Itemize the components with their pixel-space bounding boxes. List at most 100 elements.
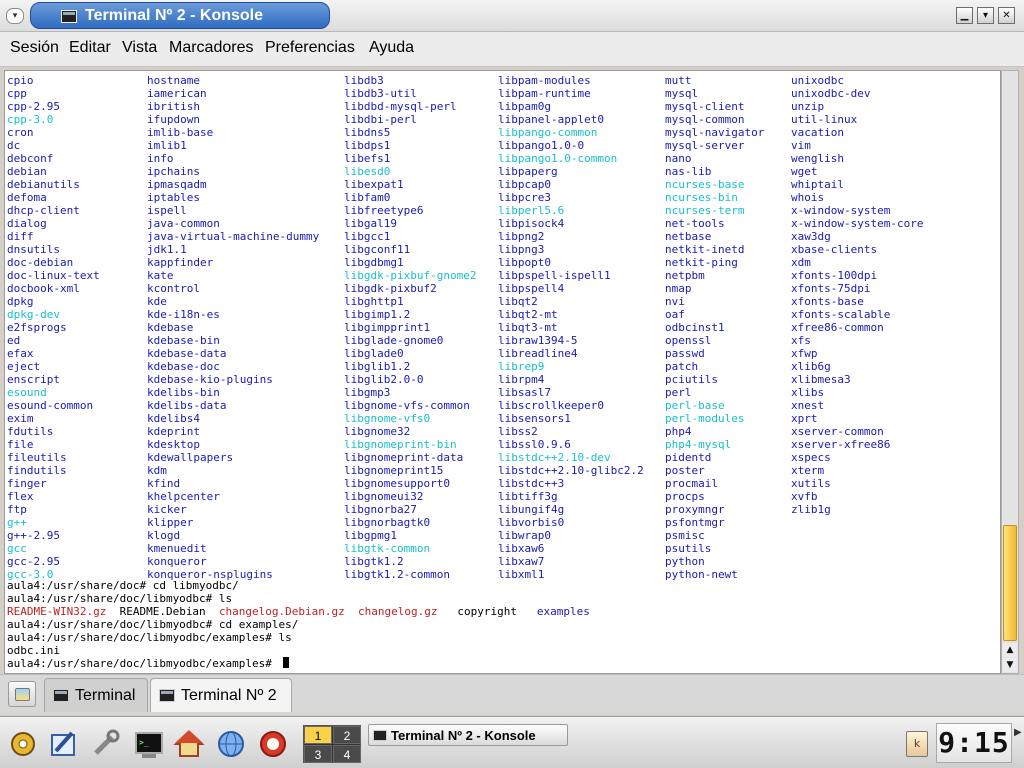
session-text: changelog.gz	[358, 605, 438, 618]
listing-entry: kappfinder	[147, 256, 214, 269]
terminal-output[interactable]: cpio cpp cpp-2.95 cpp-3.0 cron dc debconf debia…	[4, 70, 1001, 674]
listing-entry: python-newt	[665, 568, 738, 581]
listing-entry: libgnorbagtk0	[344, 516, 431, 529]
listing-entry: psmisc	[665, 529, 705, 542]
pager-desktop-4[interactable]: 4	[333, 745, 361, 763]
listing-entry: exim	[7, 412, 34, 425]
scroll-down-button[interactable]: ▼	[1003, 658, 1017, 672]
listing-entry: cpp-3.0	[7, 113, 54, 126]
listing-entry: xbase-clients	[791, 243, 878, 256]
listing-entry: xdm	[791, 256, 811, 269]
listing-entry: libpng2	[498, 230, 545, 243]
panel-hide-arrow-icon[interactable]: ▶	[1014, 727, 1022, 759]
listing-entry: whiptail	[791, 178, 844, 191]
taskbar-button-label: Terminal Nº 2 - Konsole	[391, 728, 536, 743]
listing-entry: defoma	[7, 191, 47, 204]
listing-entry: procmail	[665, 477, 718, 490]
tab-label: Terminal	[75, 687, 136, 704]
home-icon[interactable]	[172, 727, 206, 761]
listing-entry: java-common	[147, 217, 220, 230]
window-menu-button[interactable]: ▾	[6, 8, 24, 24]
klipper-icon[interactable]: k	[906, 731, 928, 757]
listing-entry: perl-base	[665, 399, 725, 412]
minimize-button[interactable]: ▁	[956, 7, 973, 24]
title-bar[interactable]: ▾ Terminal Nº 2 - Konsole ▁ ▾ ✕	[0, 0, 1024, 32]
terminal-icon	[61, 10, 77, 23]
desktop-pager: 1 2 3 4	[303, 725, 361, 763]
listing-entry: libpspell4	[498, 282, 565, 295]
listing-entry: e2fsprogs	[7, 321, 67, 334]
listing-entry: procps	[665, 490, 705, 503]
session-line: aula4:/usr/share/doc/libmyodbc/examples#…	[7, 631, 590, 644]
listing-column-5: mutt mysql mysql-client mysql-common mysql-n…	[665, 74, 764, 581]
menu-sesion[interactable]: Sesión	[10, 39, 59, 57]
kwrite-icon[interactable]	[46, 727, 80, 761]
session-line: aula4:/usr/share/doc/libmyodbc# ls	[7, 592, 590, 605]
listing-entry: libss2	[498, 425, 538, 438]
listing-entry: x-window-system-core	[791, 217, 924, 230]
taskbar-button-konsole[interactable]: Terminal Nº 2 - Konsole	[368, 724, 568, 746]
listing-entry: libgtk-common	[344, 542, 431, 555]
listing-entry: pciutils	[665, 373, 718, 386]
kcontrol-icon[interactable]	[88, 727, 122, 761]
tab-terminal-2[interactable]: Terminal Nº 2	[150, 678, 292, 712]
listing-entry: ipmasqadm	[147, 178, 207, 191]
listing-entry: netkit-inetd	[665, 243, 745, 256]
listing-entry: vacation	[791, 126, 844, 139]
help-icon[interactable]	[256, 727, 290, 761]
maximize-button[interactable]: ▾	[977, 7, 994, 24]
scroll-up-button[interactable]: ▲	[1003, 643, 1017, 657]
close-button[interactable]: ✕	[998, 7, 1015, 24]
listing-entry: dialog	[7, 217, 47, 230]
listing-entry: xterm	[791, 464, 825, 477]
listing-entry: libgconf11	[344, 243, 411, 256]
pager-desktop-3[interactable]: 3	[304, 745, 332, 763]
menu-marcadores[interactable]: Marcadores	[169, 39, 253, 57]
listing-entry: libpaperg	[498, 165, 558, 178]
listing-entry: file	[7, 438, 34, 451]
listing-entry: libssl0.9.6	[498, 438, 571, 451]
listing-entry: perl	[665, 386, 692, 399]
listing-entry: nas-lib	[665, 165, 712, 178]
new-session-button[interactable]	[8, 681, 36, 707]
menu-preferencias[interactable]: Preferencias	[265, 39, 355, 57]
pager-desktop-1[interactable]: 1	[304, 726, 332, 744]
listing-entry: ftp	[7, 503, 27, 516]
session-line: aula4:/usr/share/doc/libmyodbc/examples#	[7, 657, 590, 670]
listing-entry: dhcp-client	[7, 204, 80, 217]
listing-entry: libgtk1.2	[344, 555, 404, 568]
listing-entry: konqueror	[147, 555, 207, 568]
clock[interactable]: 9:15	[936, 723, 1012, 763]
listing-entry: libpam0g	[498, 100, 551, 113]
listing-entry: libsensors1	[498, 412, 571, 425]
listing-entry: net-tools	[665, 217, 725, 230]
listing-entry: wget	[791, 165, 818, 178]
listing-entry: wenglish	[791, 152, 844, 165]
kde-menu-icon[interactable]	[6, 727, 40, 761]
terminal-scrollbar[interactable]: ▲ ▼	[1001, 70, 1019, 674]
konsole-icon[interactable]: >_	[132, 727, 166, 761]
tab-terminal[interactable]: Terminal	[44, 678, 148, 712]
listing-entry: libpam-modules	[498, 74, 591, 87]
listing-entry: libgnomeprint-data	[344, 451, 464, 464]
listing-entry: mutt	[665, 74, 692, 87]
listing-entry: whois	[791, 191, 825, 204]
scrollbar-thumb[interactable]	[1003, 525, 1017, 641]
listing-entry: ifupdown	[147, 113, 200, 126]
terminal-icon	[159, 689, 175, 702]
listing-entry: kdeprint	[147, 425, 200, 438]
listing-entry: psutils	[665, 542, 712, 555]
listing-entry: xfonts-75dpi	[791, 282, 871, 295]
menu-vista[interactable]: Vista	[122, 39, 157, 57]
konqueror-icon[interactable]	[214, 727, 248, 761]
listing-entry: passwd	[665, 347, 705, 360]
listing-entry: xlib6g	[791, 360, 831, 373]
listing-entry: libgnomeprint-bin	[344, 438, 457, 451]
listing-entry: x-window-system	[791, 204, 891, 217]
menu-editar[interactable]: Editar	[69, 39, 111, 57]
listing-entry: kicker	[147, 503, 187, 516]
pager-desktop-2[interactable]: 2	[333, 726, 361, 744]
listing-entry: libefs1	[344, 152, 391, 165]
menu-ayuda[interactable]: Ayuda	[369, 39, 414, 57]
listing-entry: xserver-xfree86	[791, 438, 891, 451]
